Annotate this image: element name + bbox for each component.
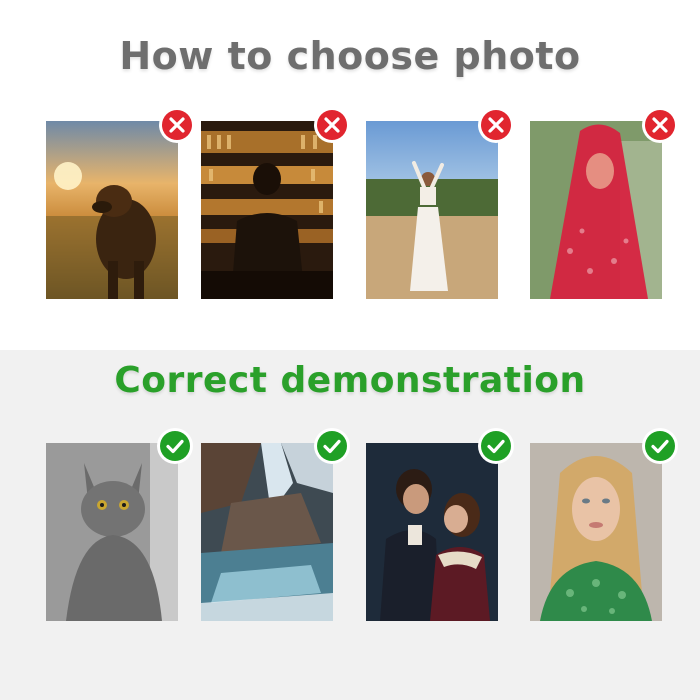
good-photo-cat (46, 443, 178, 621)
approve-badge (160, 431, 190, 461)
reject-badge (317, 110, 347, 140)
bar-photo-image (201, 121, 333, 299)
cross-icon (324, 117, 340, 133)
checkmark-icon (166, 439, 184, 454)
red-veil-photo-image (530, 121, 662, 299)
dog-photo-image (46, 121, 178, 299)
bad-photo-dog (46, 121, 178, 299)
bad-examples-title: How to choose photo (119, 34, 581, 78)
reject-badge (162, 110, 192, 140)
cross-icon (652, 117, 668, 133)
approve-badge (645, 431, 675, 461)
cross-icon (169, 117, 185, 133)
good-photo-couple (366, 443, 498, 621)
blonde-photo-image (530, 443, 662, 621)
cross-icon (488, 117, 504, 133)
good-photo-waterfall (201, 443, 333, 621)
checkmark-icon (323, 439, 341, 454)
good-photo-blonde (530, 443, 662, 621)
reject-badge (645, 110, 675, 140)
reject-badge (481, 110, 511, 140)
good-examples-title: Correct demonstration (114, 360, 586, 401)
waterfall-photo-image (201, 443, 333, 621)
bad-photo-bar (201, 121, 333, 299)
cat-photo-image (46, 443, 178, 621)
checkmark-icon (487, 439, 505, 454)
bad-photo-woman-white (366, 121, 498, 299)
woman-white-photo-image (366, 121, 498, 299)
bad-photo-red-veil (530, 121, 662, 299)
approve-badge (481, 431, 511, 461)
approve-badge (317, 431, 347, 461)
checkmark-icon (651, 439, 669, 454)
couple-photo-image (366, 443, 498, 621)
